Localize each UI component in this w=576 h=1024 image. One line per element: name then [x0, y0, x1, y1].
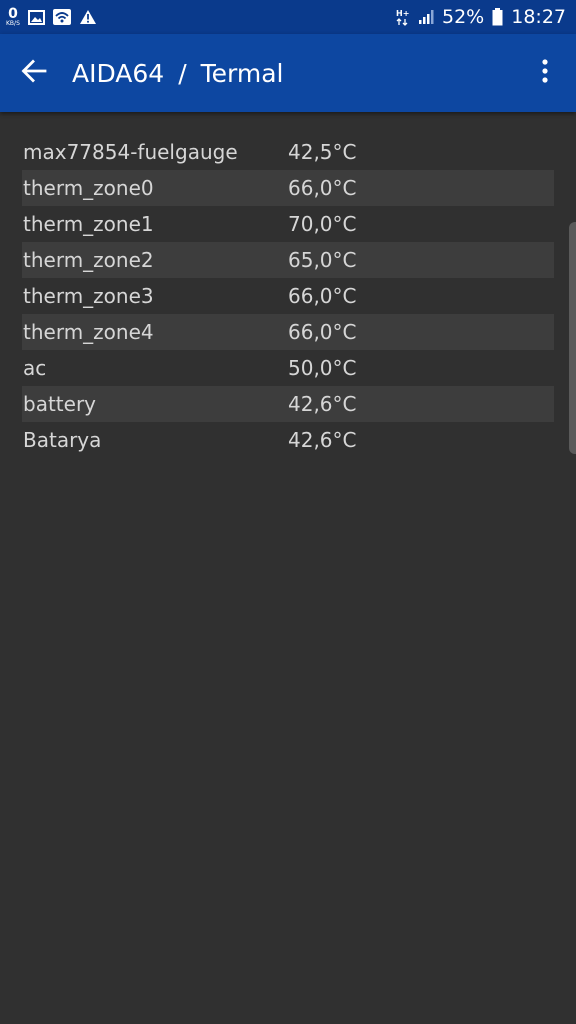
edge-panel-handle[interactable] — [569, 222, 576, 454]
sensor-name: battery — [23, 392, 96, 416]
title-separator: / — [178, 58, 187, 88]
sensor-row: therm_zone0 66,0°C — [22, 170, 554, 206]
sensor-name: therm_zone1 — [23, 212, 154, 236]
page-name: Termal — [200, 58, 284, 88]
status-time: 18:27 — [511, 6, 566, 28]
network-type-icon: H+ — [396, 8, 410, 26]
signal-icon — [418, 9, 434, 25]
image-icon — [27, 9, 45, 25]
sensor-row: therm_zone3 66,0°C — [22, 278, 554, 314]
status-bar-left: 0 KB/S — [6, 7, 97, 27]
wifi-icon — [52, 9, 71, 25]
sensor-row: therm_zone4 66,0°C — [22, 314, 554, 350]
sensor-value: 65,0°C — [288, 248, 357, 272]
sensor-value: 42,6°C — [288, 392, 357, 416]
data-rate-indicator: 0 KB/S — [6, 7, 20, 27]
sensor-name: Batarya — [23, 428, 102, 452]
sensor-list: max77854-fuelgauge 42,5°C therm_zone0 66… — [22, 134, 554, 458]
sensor-value: 66,0°C — [288, 284, 357, 308]
status-bar: 0 KB/S H+ 52% 18:27 — [0, 0, 576, 34]
back-button[interactable] — [0, 34, 68, 112]
sensor-name: therm_zone0 — [23, 176, 154, 200]
sensor-row: therm_zone2 65,0°C — [22, 242, 554, 278]
data-rate-value: 0 — [8, 6, 18, 22]
overflow-menu-button[interactable] — [528, 34, 562, 112]
more-vert-icon — [542, 59, 548, 87]
sensor-value: 50,0°C — [288, 356, 357, 380]
sensor-name: therm_zone2 — [23, 248, 154, 272]
battery-icon — [492, 8, 503, 26]
app-bar: AIDA64 / Termal — [0, 34, 576, 112]
sensor-value: 42,5°C — [288, 140, 357, 164]
status-bar-right: H+ 52% 18:27 — [396, 6, 566, 28]
sensor-row: therm_zone1 70,0°C — [22, 206, 554, 242]
sensor-name: therm_zone4 — [23, 320, 154, 344]
sensor-name: ac — [23, 356, 47, 380]
sensor-row: battery 42,6°C — [22, 386, 554, 422]
app-name: AIDA64 — [72, 58, 165, 88]
battery-percent: 52% — [442, 6, 485, 28]
sensor-value: 70,0°C — [288, 212, 357, 236]
sensor-name: therm_zone3 — [23, 284, 154, 308]
sensor-row: ac 50,0°C — [22, 350, 554, 386]
arrow-left-icon — [21, 59, 47, 87]
data-rate-unit: KB/S — [6, 20, 20, 27]
sensor-row: max77854-fuelgauge 42,5°C — [22, 134, 554, 170]
sensor-value: 66,0°C — [288, 176, 357, 200]
sensor-value: 42,6°C — [288, 428, 357, 452]
sensor-name: max77854-fuelgauge — [23, 140, 238, 164]
page-title: AIDA64 / Termal — [72, 59, 284, 88]
network-type-label: H+ — [396, 9, 409, 18]
sensor-row: Batarya 42,6°C — [22, 422, 554, 458]
warning-icon — [79, 9, 97, 25]
sensor-value: 66,0°C — [288, 320, 357, 344]
